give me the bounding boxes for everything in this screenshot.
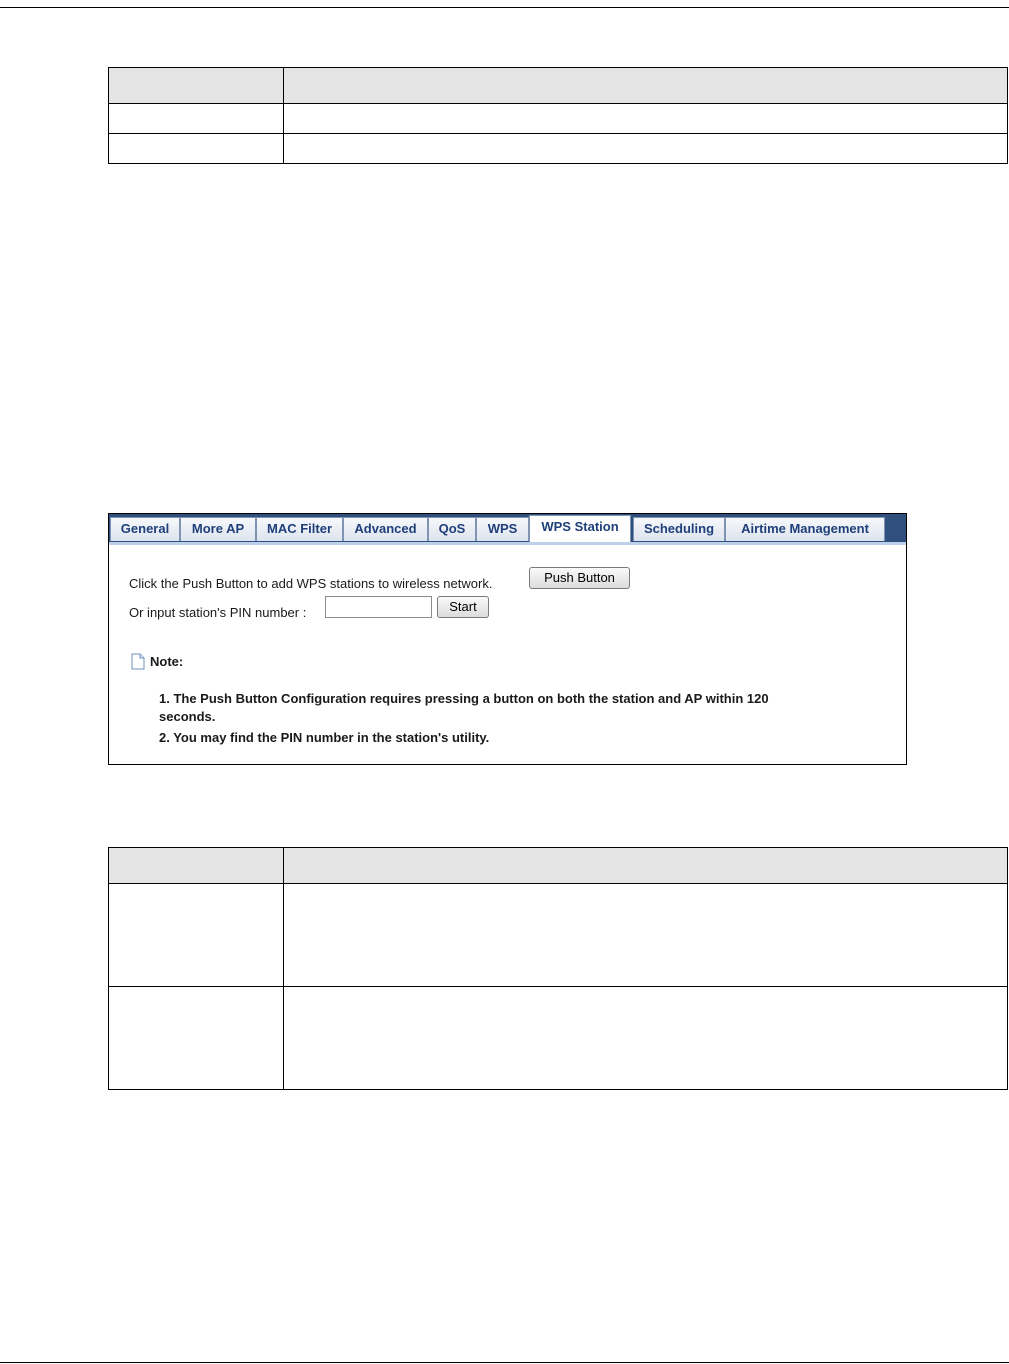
tab-wps-station[interactable]: WPS Station bbox=[529, 515, 631, 543]
table-cell bbox=[283, 986, 1008, 1090]
note-line: 1. The Push Button Configuration require… bbox=[159, 691, 769, 706]
push-instruction: Click the Push Button to add WPS station… bbox=[129, 576, 493, 591]
header-cell bbox=[108, 847, 284, 884]
start-button[interactable]: Start bbox=[437, 596, 489, 618]
table-row bbox=[108, 883, 1008, 987]
table-row bbox=[108, 103, 1008, 134]
push-button[interactable]: Push Button bbox=[529, 567, 630, 589]
tab-airtime-management[interactable]: Airtime Management bbox=[725, 517, 885, 541]
tab-mac-filter[interactable]: MAC Filter bbox=[256, 517, 343, 541]
header-cell bbox=[108, 67, 284, 104]
wps-station-screen: General More AP MAC Filter Advanced QoS … bbox=[108, 513, 907, 765]
table-cell bbox=[108, 883, 284, 987]
table-header-row bbox=[108, 67, 1008, 104]
table-bottom bbox=[108, 847, 1008, 1090]
table-cell bbox=[108, 133, 284, 164]
tab-qos[interactable]: QoS bbox=[428, 517, 476, 541]
wps-station-content: Click the Push Button to add WPS station… bbox=[109, 545, 906, 764]
header-cell bbox=[283, 67, 1008, 104]
table-cell bbox=[108, 986, 284, 1090]
table-cell bbox=[283, 103, 1008, 134]
table-cell bbox=[108, 103, 284, 134]
pin-label: Or input station's PIN number : bbox=[129, 605, 307, 620]
note-title: Note: bbox=[150, 654, 184, 669]
table-row bbox=[108, 133, 1008, 164]
tab-scheduling[interactable]: Scheduling bbox=[633, 517, 725, 541]
note-line: seconds. bbox=[159, 709, 216, 724]
tab-general[interactable]: General bbox=[110, 517, 180, 541]
header-cell bbox=[283, 847, 1008, 884]
table-cell bbox=[283, 883, 1008, 987]
tab-wps[interactable]: WPS bbox=[476, 517, 529, 541]
tab-more-ap[interactable]: More AP bbox=[180, 517, 256, 541]
table-row bbox=[108, 986, 1008, 1090]
table-cell bbox=[283, 133, 1008, 164]
table-header-row bbox=[108, 847, 1008, 884]
header-rule bbox=[0, 7, 1009, 8]
pin-input[interactable] bbox=[325, 596, 432, 618]
document-icon bbox=[131, 653, 145, 670]
footer-rule bbox=[0, 1362, 1009, 1363]
tab-bar: General More AP MAC Filter Advanced QoS … bbox=[109, 514, 906, 543]
tab-advanced[interactable]: Advanced bbox=[343, 517, 428, 541]
note-line: 2. You may find the PIN number in the st… bbox=[159, 730, 490, 745]
table-top bbox=[108, 67, 1008, 164]
